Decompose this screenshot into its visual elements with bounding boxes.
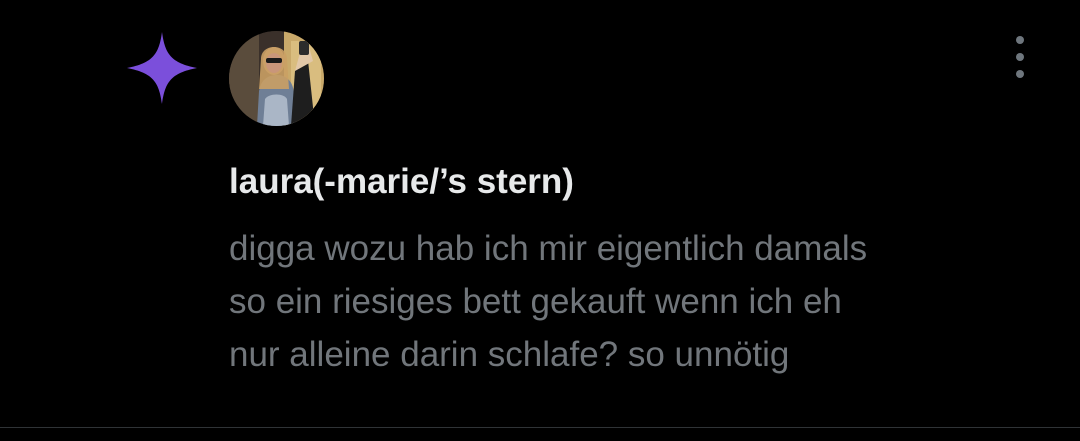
post-text: digga wozu hab ich mir eigentlich damals… [229, 222, 1069, 381]
post-text-line: digga wozu hab ich mir eigentlich damals [229, 229, 868, 268]
more-options-button[interactable] [1008, 36, 1032, 78]
avatar[interactable] [229, 31, 324, 126]
post-card[interactable]: laura(-marie/’s stern) digga wozu hab ic… [0, 0, 1080, 441]
divider [0, 427, 1080, 428]
avatar-image [229, 31, 324, 126]
four-point-star-icon [127, 32, 197, 104]
vertical-ellipsis-icon [1016, 36, 1024, 44]
ellipsis-dot [1016, 70, 1024, 78]
author-name[interactable]: laura(-marie/’s stern) [229, 160, 574, 204]
ellipsis-dot [1016, 53, 1024, 61]
post-text-line: nur alleine darin schlafe? so unnötig [229, 335, 790, 374]
post-text-line: so ein riesiges bett gekauft wenn ich eh [229, 282, 842, 321]
